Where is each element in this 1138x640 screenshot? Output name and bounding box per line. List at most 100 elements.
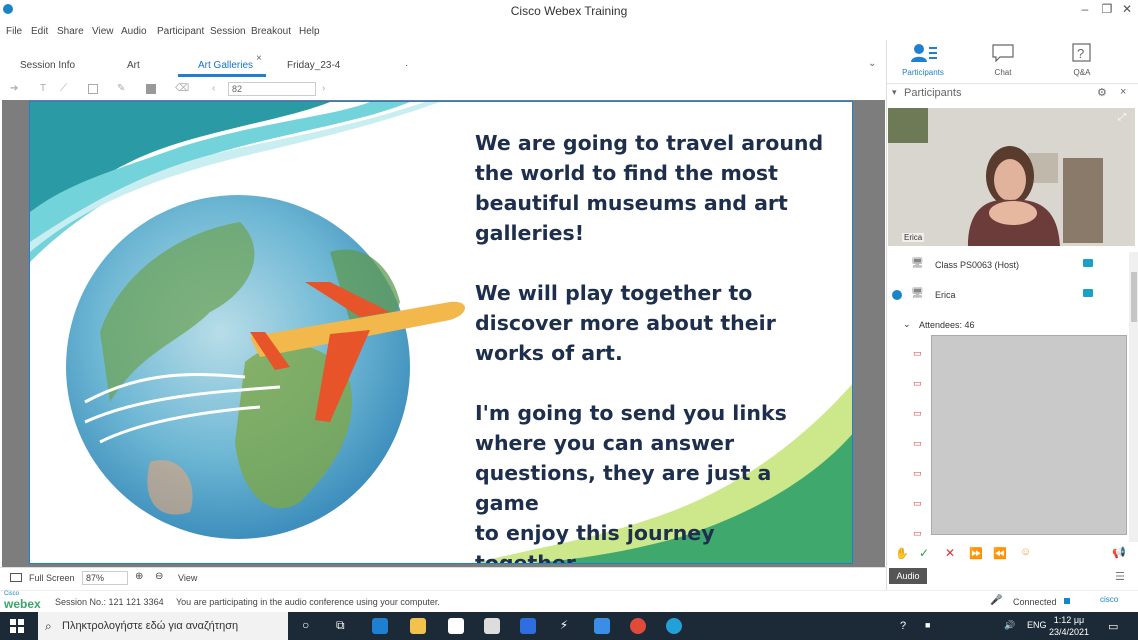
speaker-icon[interactable]: 📢	[1112, 546, 1126, 559]
full-screen-icon[interactable]	[10, 573, 22, 582]
menu-file[interactable]: File	[6, 26, 22, 37]
cisco-logo: cisco	[1100, 595, 1119, 604]
language-indicator[interactable]: ENG	[1027, 620, 1047, 630]
view-menu[interactable]: View	[178, 573, 197, 583]
expand-video-icon[interactable]: ⤢	[1118, 112, 1126, 123]
title-bar: Cisco Webex Training – ❐ ✕	[0, 0, 1138, 22]
panel-menu-icon[interactable]: ☰	[1115, 570, 1125, 583]
chrome-icon[interactable]	[630, 618, 646, 634]
mute-mic-icon[interactable]: 🎤	[990, 595, 1002, 606]
yes-check-icon[interactable]: ✓	[919, 546, 929, 560]
expand-attendees-icon[interactable]: ⌄	[903, 319, 911, 330]
participant-row[interactable]: 🖥 Erica	[887, 284, 1138, 306]
panel-close-icon[interactable]: ×	[1120, 86, 1126, 98]
minimize-button[interactable]: –	[1074, 2, 1096, 16]
menu-breakout[interactable]: Breakout	[251, 26, 291, 37]
line-tool-icon[interactable]: ⟋	[60, 83, 67, 94]
menu-share[interactable]: Share	[57, 26, 84, 37]
clock-date: 23/4/2021	[1048, 627, 1090, 637]
tab-participants[interactable]: Participants	[893, 40, 953, 80]
tab-art-galleries[interactable]: Art Galleries	[198, 60, 253, 71]
tab-close-icon[interactable]: ×	[256, 53, 262, 64]
zoom-select[interactable]: 87%	[82, 571, 128, 585]
tabs-dropdown-icon[interactable]: ⌄	[868, 58, 876, 69]
participants-header-label: Participants	[904, 87, 962, 99]
close-button[interactable]: ✕	[1116, 2, 1138, 16]
store-icon[interactable]	[448, 618, 464, 634]
go-slower-icon[interactable]: ⏪	[993, 547, 1007, 560]
edge-icon[interactable]	[372, 618, 388, 634]
attendees-row[interactable]: ⌄ Attendees: 46	[887, 314, 1138, 336]
taskbar-search-input[interactable]: ⌕ Πληκτρολογήστε εδώ για αναζήτηση	[38, 612, 288, 640]
lightning-app-icon[interactable]: ⚡	[556, 618, 572, 634]
tab-session-info[interactable]: Session Info	[20, 60, 75, 71]
zoom-out-icon[interactable]: ⊖	[155, 571, 163, 582]
file-explorer-icon[interactable]	[410, 618, 426, 634]
tab-chat[interactable]: Chat	[973, 40, 1033, 80]
help-tray-icon[interactable]: ?	[900, 620, 906, 632]
collapse-icon[interactable]: ▾	[892, 87, 897, 98]
search-icon: ⌕	[45, 619, 52, 633]
tab-participants-label: Participants	[902, 68, 944, 77]
participant-row[interactable]: 🖥 Class PS0063 (Host)	[887, 254, 1138, 276]
window-title: Cisco Webex Training	[510, 4, 628, 18]
windows-start-icon[interactable]	[10, 619, 24, 633]
taskbar-clock[interactable]: 1:12 μμ 23/4/2021	[1046, 614, 1092, 638]
rectangle-tool-icon[interactable]	[88, 84, 98, 94]
computer-audio-icon: 🖥	[911, 258, 924, 269]
menu-participant[interactable]: Participant	[157, 26, 204, 37]
next-page-icon[interactable]: ›	[322, 83, 325, 94]
dropbox-icon[interactable]	[520, 618, 536, 634]
amazon-icon[interactable]	[484, 618, 500, 634]
tab-qa[interactable]: ? Q&A	[1052, 40, 1112, 80]
previous-page-icon[interactable]: ‹	[212, 83, 215, 94]
chat-icon	[992, 44, 1014, 62]
emoticon-icon[interactable]: ☺	[1020, 546, 1031, 558]
task-view-icon[interactable]: ⧉	[336, 618, 345, 633]
participants-icon	[911, 44, 937, 62]
color-tool-icon[interactable]	[146, 84, 156, 94]
text-tool-icon[interactable]: T	[40, 83, 46, 94]
settings-gear-icon[interactable]: ⚙	[1097, 86, 1107, 99]
tab-friday[interactable]: Friday_23-4	[287, 60, 340, 71]
menu-view[interactable]: View	[92, 26, 114, 37]
clock-time: 1:12 μμ	[1053, 615, 1085, 625]
app-icon[interactable]	[594, 618, 610, 634]
page-number-input[interactable]: 82	[228, 82, 316, 96]
video-thumbnail[interactable]: Erica ⤢	[888, 108, 1135, 246]
notifications-icon[interactable]: ▭	[1108, 620, 1118, 633]
session-number: Session No.: 121 121 3364	[55, 597, 164, 607]
pointer-icon[interactable]: ➔	[10, 83, 18, 94]
tab-art[interactable]: Art	[127, 60, 140, 71]
raise-hand-icon[interactable]: ✋	[895, 547, 909, 560]
volume-tray-icon[interactable]: 🔊	[1004, 620, 1015, 631]
video-camera-icon[interactable]	[1083, 259, 1093, 267]
menu-edit[interactable]: Edit	[31, 26, 48, 37]
participants-scrollbar[interactable]	[1129, 252, 1138, 542]
menu-audio[interactable]: Audio	[121, 26, 147, 37]
tab-qa-label: Q&A	[1073, 68, 1091, 77]
webex-taskbar-icon[interactable]	[666, 618, 682, 634]
cortana-icon[interactable]: ○	[302, 618, 309, 632]
app-tray-icon[interactable]: ■	[925, 620, 930, 630]
participants-header: ▾ Participants ⚙ ×	[887, 83, 1138, 101]
attendee-audio-icon: ▭	[913, 498, 922, 508]
tab-more-icon[interactable]: ·	[405, 60, 408, 71]
restore-button[interactable]: ❐	[1096, 2, 1118, 16]
participant-name: Erica	[935, 290, 956, 300]
zoom-in-icon[interactable]: ⊕	[135, 571, 143, 582]
attendee-audio-icon: ▭	[913, 378, 922, 388]
scrollbar-thumb[interactable]	[1131, 272, 1137, 322]
pen-tool-icon[interactable]: ✎	[117, 83, 125, 94]
menu-session[interactable]: Session	[210, 26, 246, 37]
presentation-slide: We are going to travel around the world …	[29, 101, 853, 564]
no-x-icon[interactable]: ✕	[945, 546, 955, 560]
participant-name: Class PS0063 (Host)	[935, 260, 1020, 270]
menu-help[interactable]: Help	[299, 26, 320, 37]
video-camera-icon[interactable]	[1083, 289, 1093, 297]
viewer-status-bar: Full Screen 87% ⊕ ⊖ View	[0, 567, 886, 587]
full-screen-label[interactable]: Full Screen	[29, 573, 75, 583]
connection-indicator-icon	[1064, 598, 1070, 604]
go-faster-icon[interactable]: ⏩	[969, 547, 983, 560]
eraser-icon[interactable]: ⌫	[175, 83, 189, 94]
